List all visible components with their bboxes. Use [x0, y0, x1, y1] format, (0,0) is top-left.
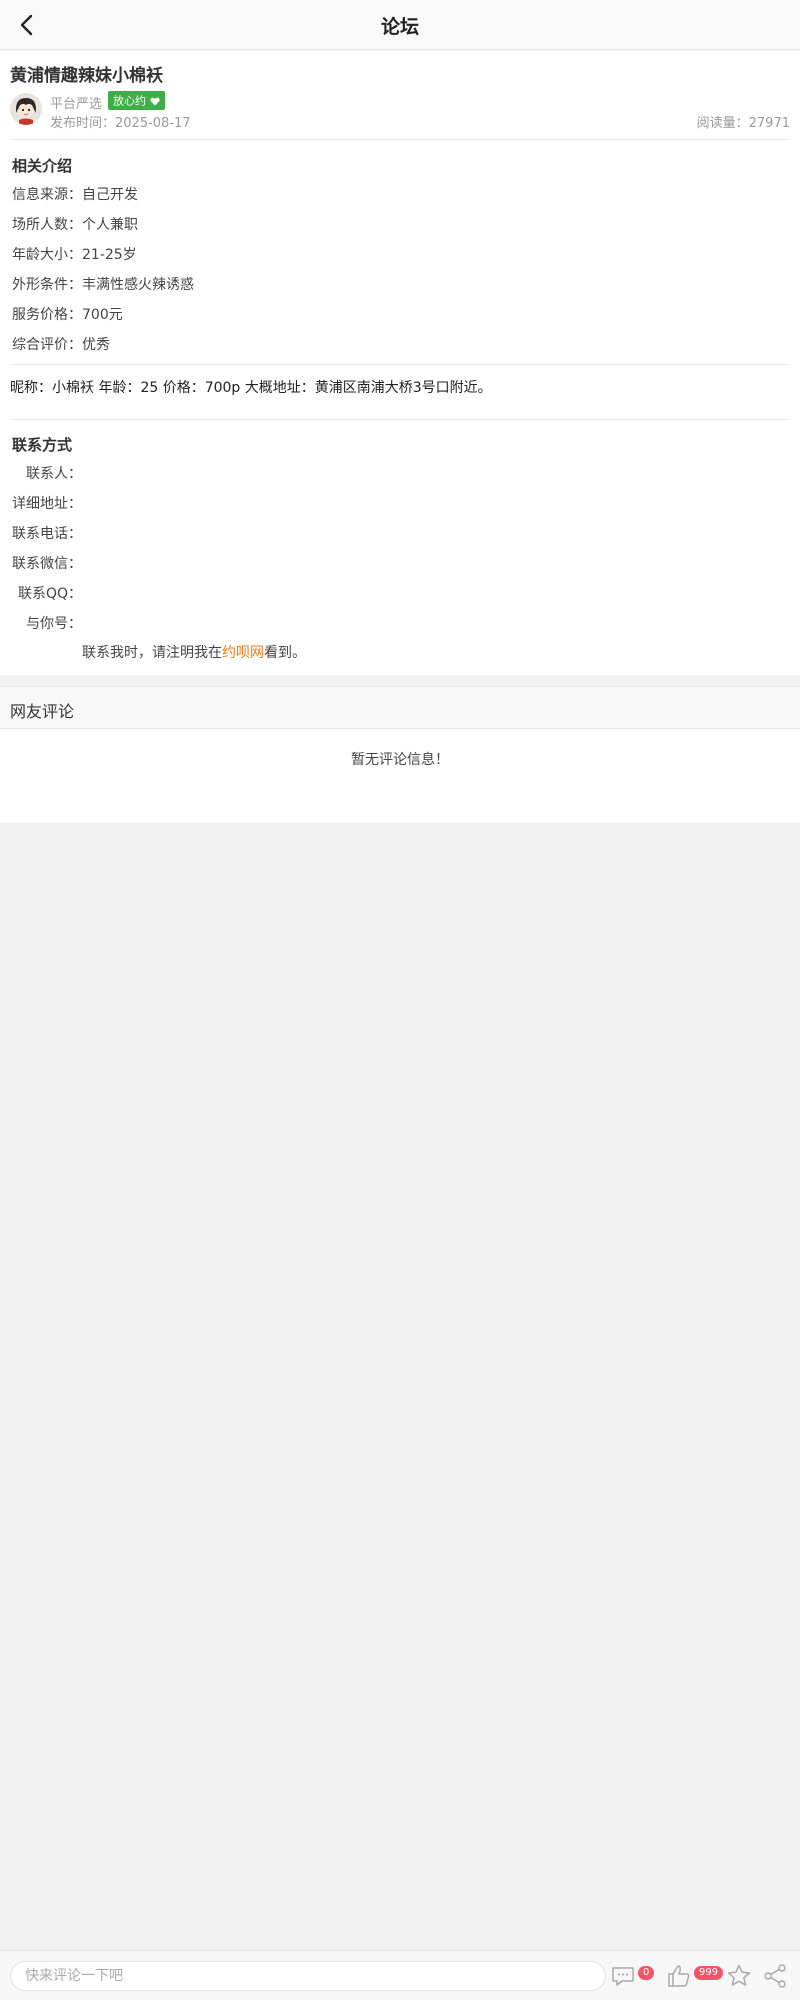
read-count: 阅读量：27971: [696, 116, 790, 131]
contact-row-phone: 联系电话：: [12, 526, 82, 542]
contact-row-address: 详细地址：: [12, 496, 82, 512]
divider: [10, 364, 790, 365]
comment-icon[interactable]: [610, 1963, 636, 1989]
bottom-action-bar: 0 999: [0, 1950, 800, 2000]
publish-time: 发布时间：2025-08-17: [50, 116, 191, 131]
intro-row-price: 服务价格：700元: [12, 307, 123, 323]
comments-title: 网友评论: [10, 702, 75, 721]
avatar[interactable]: [10, 93, 42, 125]
divider: [10, 419, 790, 420]
author-name: 平台严选: [50, 97, 103, 112]
intro-row-source: 信息来源：自己开发: [12, 187, 138, 203]
intro-row-rating: 综合评价：优秀: [12, 337, 110, 353]
post-description: 昵称：小棉袄 年龄：25 价格：700p 大概地址：黄浦区南浦大桥3号口附近。: [10, 380, 492, 396]
post-content: 黄浦情趣辣妹小棉袄 平台严选 放心约 发布时间：2025-08-17 阅读量：2…: [0, 51, 800, 675]
contact-row-other: 与你号：: [26, 616, 82, 632]
comments-header: 网友评论: [0, 687, 800, 729]
like-count-badge: 999: [694, 1966, 724, 1980]
heart-icon: [149, 97, 160, 105]
trust-badge: 放心约: [108, 91, 165, 110]
divider: [10, 139, 790, 140]
contact-section-title: 联系方式: [12, 436, 73, 454]
intro-section-title: 相关介绍: [12, 157, 73, 175]
like-icon[interactable]: [666, 1963, 692, 1989]
intro-row-appearance: 外形条件：丰满性感火辣诱惑: [12, 277, 194, 293]
comments-section: 网友评论 暂无评论信息！: [0, 686, 800, 823]
contact-note-suffix: 看到。: [264, 645, 306, 661]
intro-row-age: 年龄大小：21-25岁: [12, 247, 137, 263]
star-icon[interactable]: [726, 1963, 752, 1989]
page-title: 论坛: [380, 16, 419, 38]
no-comments-message: 暂无评论信息！: [351, 752, 449, 768]
post-title: 黄浦情趣辣妹小棉袄: [10, 66, 163, 86]
contact-row-wechat: 联系微信：: [12, 556, 82, 572]
top-nav-bar: 论坛: [0, 0, 800, 50]
comment-input[interactable]: [10, 1961, 606, 1991]
contact-note-prefix: 联系我时，请注明我在: [82, 645, 222, 661]
comment-count-badge: 0: [638, 1966, 655, 1980]
trust-badge-label: 放心约: [113, 94, 146, 108]
contact-row-person: 联系人：: [26, 466, 82, 482]
site-name-link[interactable]: 约呗网: [222, 645, 264, 661]
share-icon[interactable]: [762, 1963, 788, 1989]
intro-row-people: 场所人数：个人兼职: [12, 217, 138, 233]
contact-note: 联系我时，请注明我在约呗网看到。: [82, 642, 306, 662]
contact-row-qq: 联系QQ：: [17, 586, 82, 602]
